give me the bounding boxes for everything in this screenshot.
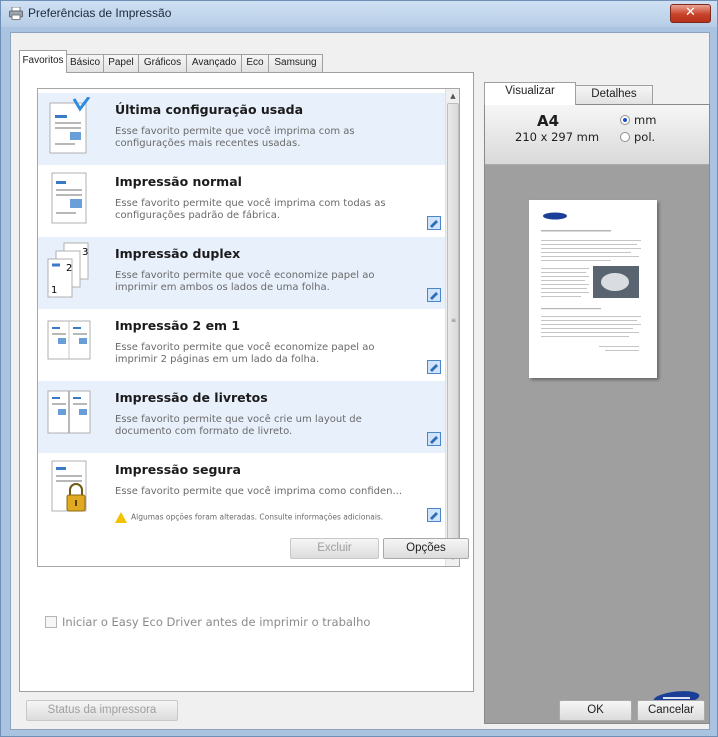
unit-pol-radio[interactable] (620, 132, 630, 142)
svg-text:2: 2 (66, 263, 72, 274)
title-bar: Preferências de Impressão ✕ (1, 1, 717, 27)
page-preview-image (529, 200, 657, 378)
favorite-2in1[interactable]: Impressão 2 em 1 Esse favorito permite q… (38, 309, 448, 381)
edit-favorite-icon[interactable] (427, 508, 441, 522)
edit-favorite-icon[interactable] (427, 360, 441, 374)
grip-icon: ≡ (451, 317, 457, 324)
preview-tab-strip: Visualizar Detalhes (484, 82, 714, 105)
warning-icon (115, 512, 127, 523)
svg-text:3: 3 (82, 247, 88, 258)
favorite-description: Esse favorito permite que você imprima c… (115, 486, 403, 497)
close-icon: ✕ (685, 5, 696, 20)
favorite-description: Esse favorito permite que você economize… (115, 270, 375, 293)
printer-icon (9, 7, 23, 20)
two-in-one-icon (47, 320, 91, 360)
edit-favorite-icon[interactable] (427, 288, 441, 302)
unit-pol-label: pol. (634, 130, 656, 144)
favorites-list[interactable]: Última configuração usada Esse favorito … (37, 88, 460, 567)
favorites-scrollbar[interactable]: ▲ ≡ ▼ (445, 89, 459, 566)
tab-graficos[interactable]: Gráficos (138, 54, 187, 72)
favorite-title: Impressão 2 em 1 (115, 318, 241, 333)
tab-basico[interactable]: Básico (66, 54, 104, 72)
favorite-description: Esse favorito permite que você imprima c… (115, 198, 386, 221)
favorite-title: Impressão duplex (115, 246, 241, 261)
tab-visualizar[interactable]: Visualizar (484, 82, 576, 105)
unit-mm-radio[interactable] (620, 115, 630, 125)
unit-mm-label: mm (634, 113, 657, 127)
eco-driver-option[interactable]: Iniciar o Easy Eco Driver antes de impri… (45, 615, 370, 629)
edit-favorite-icon[interactable] (427, 432, 441, 446)
window-title: Preferências de Impressão (28, 6, 172, 20)
preview-panel: A4 210 x 297 mm mm pol. (484, 104, 710, 724)
eco-driver-label: Iniciar o Easy Eco Driver antes de impri… (62, 615, 371, 629)
cancel-button[interactable]: Cancelar (637, 700, 705, 721)
secure-print-icon (51, 460, 87, 512)
duplex-print-icon: 3 2 1 (47, 242, 89, 298)
tab-papel[interactable]: Papel (103, 54, 139, 72)
paper-dimensions: 210 x 297 mm (515, 130, 600, 144)
unit-mm-option[interactable]: mm (620, 113, 656, 127)
favorite-description: Esse favorito permite que você economize… (115, 342, 375, 365)
svg-text:1: 1 (51, 285, 57, 296)
favorite-title: Impressão segura (115, 462, 241, 477)
normal-print-icon (51, 172, 87, 224)
favorite-last-config[interactable]: Última configuração usada Esse favorito … (38, 93, 448, 165)
tab-favoritos[interactable]: Favoritos (19, 50, 67, 73)
favorite-secure[interactable]: Impressão segura Esse favorito permite q… (38, 453, 448, 533)
favorite-title: Impressão de livretos (115, 390, 268, 405)
options-button[interactable]: Opções (383, 538, 469, 559)
paper-info: A4 210 x 297 mm mm pol. (485, 105, 709, 165)
tab-eco[interactable]: Eco (241, 54, 269, 72)
warning-text: Algumas opções foram alteradas. Consulte… (131, 512, 384, 522)
favorite-normal[interactable]: Impressão normal Esse favorito permite q… (38, 165, 448, 237)
favorite-description: Esse favorito permite que você imprima c… (115, 126, 355, 149)
tab-samsung[interactable]: Samsung (268, 54, 323, 72)
favorite-description: Esse favorito permite que você crie um l… (115, 414, 362, 437)
close-button[interactable]: ✕ (670, 4, 711, 23)
favorite-title: Impressão normal (115, 174, 242, 189)
tab-detalhes[interactable]: Detalhes (575, 85, 653, 104)
paper-name: A4 (537, 112, 560, 130)
unit-pol-option[interactable]: pol. (620, 130, 655, 144)
printer-status-button[interactable]: Status da impressora (26, 700, 178, 721)
scrollbar-thumb[interactable]: ≡ (447, 103, 459, 543)
edit-favorite-icon[interactable] (427, 216, 441, 230)
last-config-icon (49, 97, 91, 154)
booklet-icon (47, 390, 91, 434)
ok-button[interactable]: OK (559, 700, 632, 721)
favorite-title: Última configuração usada (115, 102, 304, 117)
tab-avancado[interactable]: Avançado (186, 54, 242, 72)
scroll-up-icon[interactable]: ▲ (448, 91, 458, 101)
favorite-booklet[interactable]: Impressão de livretos Esse favorito perm… (38, 381, 448, 453)
eco-driver-checkbox[interactable] (45, 616, 57, 628)
delete-button[interactable]: Excluir (290, 538, 379, 559)
print-preferences-window: Preferências de Impressão ✕ Favoritos Bá… (0, 0, 718, 737)
favorite-duplex[interactable]: 3 2 1 Impressão duplex Esse favorito per… (38, 237, 448, 309)
favorite-warning: Algumas opções foram alteradas. Consulte… (115, 512, 383, 523)
dialog-body: Favoritos Básico Papel Gráficos Avançado… (10, 32, 710, 730)
